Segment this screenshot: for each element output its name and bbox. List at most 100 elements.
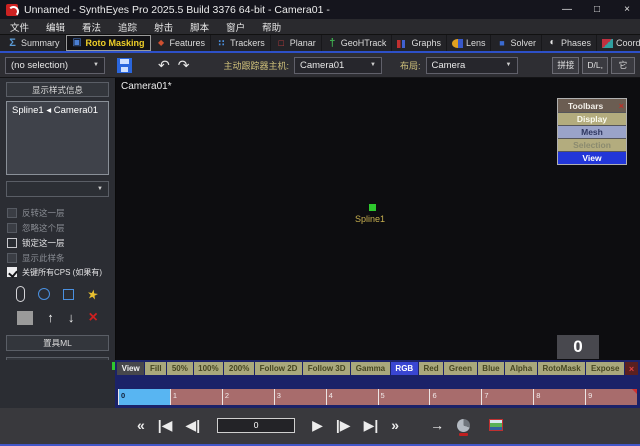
capsule-tool-icon[interactable] bbox=[16, 286, 25, 302]
toolbars-item-mesh[interactable]: Mesh bbox=[558, 125, 626, 138]
spline-options-dropdown[interactable]: ▼ bbox=[6, 181, 109, 197]
timeline-tick[interactable]: 4 bbox=[326, 389, 378, 405]
fill-button[interactable]: Fill bbox=[145, 362, 166, 375]
tab-features[interactable]: ◆ Features bbox=[151, 35, 212, 51]
jump-to-end-button[interactable]: ▶| bbox=[364, 416, 379, 434]
timeline-tick[interactable]: 2 bbox=[222, 389, 274, 405]
tab-lens[interactable]: Lens bbox=[447, 35, 492, 51]
timeline-tick[interactable]: 3 bbox=[274, 389, 326, 405]
toolbars-item-selection[interactable]: Selection bbox=[558, 138, 626, 151]
fast-rewind-button[interactable]: « bbox=[137, 416, 145, 434]
magic-wand-icon[interactable]: ★ bbox=[86, 287, 100, 302]
key-all-cps-checkbox[interactable] bbox=[7, 267, 17, 277]
tab-label: Lens bbox=[466, 38, 486, 48]
lock-layer-row: 锁定这一层 bbox=[0, 235, 115, 250]
tab-coordinates[interactable]: Coordinates bbox=[597, 35, 640, 51]
timeline-tick[interactable]: 5 bbox=[378, 389, 430, 405]
tab-graphs[interactable]: Graphs bbox=[392, 35, 447, 51]
show-spline-checkbox[interactable] bbox=[7, 253, 17, 263]
tab-planar[interactable]: □ Planar bbox=[271, 35, 322, 51]
show-style-info-button[interactable]: 显示样式信息 bbox=[6, 82, 109, 97]
timeline-tick[interactable]: 8 bbox=[533, 389, 585, 405]
move-down-icon[interactable]: ↓ bbox=[68, 310, 75, 325]
menu-script[interactable]: 脚本 bbox=[190, 20, 209, 34]
menu-file[interactable]: 文件 bbox=[10, 20, 29, 34]
expose-button[interactable]: Expose bbox=[586, 362, 624, 375]
gamma-button[interactable]: Gamma bbox=[351, 362, 390, 375]
step-forward-button[interactable]: |▶ bbox=[336, 416, 351, 434]
timeline-tick[interactable]: 6 bbox=[429, 389, 481, 405]
spline-list-item[interactable]: Spline1 ◂ Camera01 bbox=[12, 105, 103, 116]
spline-control-point[interactable] bbox=[369, 204, 376, 211]
spline-list[interactable]: Spline1 ◂ Camera01 bbox=[6, 101, 109, 175]
tab-label: Features bbox=[170, 38, 206, 48]
timeline-tick[interactable]: 7 bbox=[481, 389, 533, 405]
blue-channel-button[interactable]: Blue bbox=[478, 362, 505, 375]
tab-summary[interactable]: Σ Summary bbox=[2, 35, 66, 51]
menu-shot[interactable]: 射击 bbox=[154, 20, 173, 34]
menu-view[interactable]: 看法 bbox=[82, 20, 101, 34]
tab-solver[interactable]: ■ Solver bbox=[491, 35, 542, 51]
selection-dropdown[interactable]: (no selection) ▼ bbox=[5, 57, 105, 74]
playback-timing-icon[interactable] bbox=[457, 419, 470, 432]
lock-layer-checkbox[interactable] bbox=[7, 238, 17, 248]
move-up-icon[interactable]: ↑ bbox=[47, 310, 54, 325]
ignore-layer-checkbox[interactable] bbox=[7, 223, 17, 233]
toolbars-item-view[interactable]: View bbox=[558, 151, 626, 164]
save-icon[interactable] bbox=[117, 58, 132, 73]
maximize-button[interactable]: □ bbox=[590, 4, 604, 15]
jump-to-start-button[interactable]: |◀ bbox=[158, 416, 173, 434]
menu-track[interactable]: 追踪 bbox=[118, 20, 137, 34]
rotomask-button[interactable]: RotoMask bbox=[538, 362, 586, 375]
alpha-channel-button[interactable]: Alpha bbox=[505, 362, 537, 375]
misc-button[interactable]: 它 bbox=[611, 57, 635, 74]
red-channel-button[interactable]: Red bbox=[419, 362, 443, 375]
planar-icon: □ bbox=[276, 38, 287, 48]
delete-icon[interactable]: × bbox=[89, 311, 98, 325]
menu-help[interactable]: 帮助 bbox=[262, 20, 281, 34]
toolbars-panel-header[interactable]: Toolbars × bbox=[558, 99, 626, 112]
frame-number-field[interactable]: 0 bbox=[217, 418, 295, 433]
layout-dropdown[interactable]: Camera ▼ bbox=[426, 57, 518, 74]
menu-window[interactable]: 窗户 bbox=[226, 20, 245, 34]
undo-icon[interactable]: ↶ bbox=[158, 57, 170, 74]
step-back-button[interactable]: ◀| bbox=[185, 416, 200, 434]
redo-icon[interactable]: ↷ bbox=[178, 57, 190, 74]
fast-forward-button[interactable]: » bbox=[391, 416, 399, 434]
viewbar-close-icon[interactable]: × bbox=[625, 362, 638, 375]
rgb-button[interactable]: RGB bbox=[391, 362, 418, 375]
follow-3d-button[interactable]: Follow 3D bbox=[303, 362, 350, 375]
tab-trackers[interactable]: ∷ Trackers bbox=[211, 35, 271, 51]
camera-viewport[interactable]: Camera01* Spline1 Toolbars × Display Mes… bbox=[115, 78, 640, 360]
dl-button[interactable]: D/L, bbox=[582, 57, 608, 74]
green-channel-button[interactable]: Green bbox=[444, 362, 476, 375]
color-swatch[interactable] bbox=[17, 311, 33, 325]
tab-phases[interactable]: ◐ Phases bbox=[542, 35, 597, 51]
timeline-tick[interactable]: 1 bbox=[170, 389, 222, 405]
stitch-button[interactable]: 拼接 bbox=[552, 57, 579, 74]
view-button[interactable]: View bbox=[117, 362, 144, 375]
zoom-50-button[interactable]: 50% bbox=[167, 362, 192, 375]
timeline-current-segment[interactable]: 0 bbox=[118, 389, 170, 405]
follow-2d-button[interactable]: Follow 2D bbox=[255, 362, 302, 375]
image-preview-icon[interactable] bbox=[489, 419, 503, 431]
mask-ml-button[interactable]: 置具ML bbox=[6, 335, 109, 351]
minimize-button[interactable]: — bbox=[560, 4, 574, 15]
zoom-100-button[interactable]: 100% bbox=[194, 362, 224, 375]
close-button[interactable]: × bbox=[620, 4, 634, 15]
invert-layer-checkbox[interactable] bbox=[7, 208, 17, 218]
timeline-ruler[interactable]: 0 1 2 3 4 5 6 7 8 9 bbox=[118, 389, 637, 405]
play-button[interactable]: ▶ bbox=[312, 416, 323, 434]
rectangle-tool-icon[interactable] bbox=[63, 289, 74, 300]
active-host-dropdown[interactable]: Camera01 ▼ bbox=[294, 57, 382, 74]
toolbars-item-display[interactable]: Display bbox=[558, 112, 626, 125]
tab-roto-masking[interactable]: ▣ Roto Masking bbox=[66, 35, 151, 51]
coordinates-icon bbox=[602, 39, 613, 48]
timeline-tick[interactable]: 9 bbox=[585, 389, 637, 405]
zoom-200-button[interactable]: 200% bbox=[224, 362, 254, 375]
tab-geohtrack[interactable]: † GeoHTrack bbox=[322, 35, 393, 51]
panel-close-icon[interactable]: × bbox=[619, 101, 624, 111]
goto-arrow-button[interactable]: → bbox=[430, 416, 444, 434]
menu-edit[interactable]: 编辑 bbox=[46, 20, 65, 34]
circle-tool-icon[interactable] bbox=[38, 288, 50, 300]
